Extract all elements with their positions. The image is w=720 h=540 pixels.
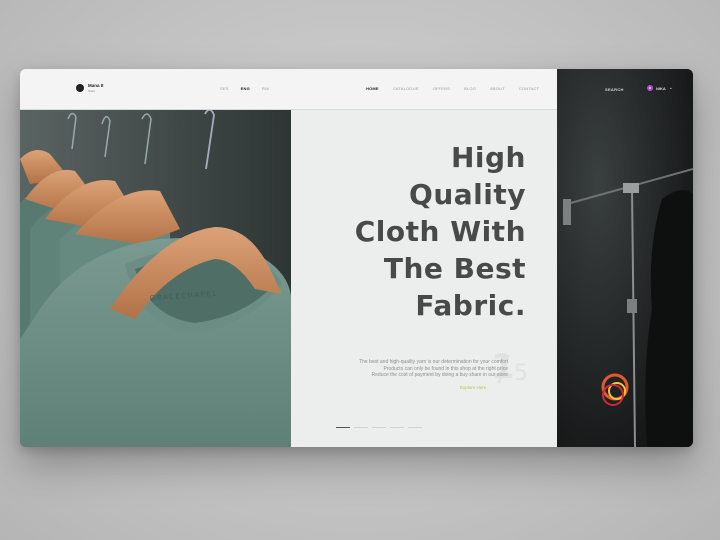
slider-dot[interactable] (372, 427, 386, 428)
nav-blog[interactable]: BLOG (464, 86, 476, 91)
nav-offers[interactable]: OFFERS (433, 86, 450, 91)
user-avatar: M (647, 85, 653, 91)
slider-dot[interactable] (408, 427, 422, 428)
brand-logo[interactable]: Mana It Store (76, 83, 104, 93)
nav-home[interactable]: HOME (366, 86, 379, 91)
shirts-photo: GRACECHAPEL (20, 109, 291, 447)
shirts-illustration: GRACECHAPEL (20, 109, 291, 447)
lang-ses[interactable]: SES (220, 86, 229, 91)
headline-line: High (450, 141, 526, 174)
logo-tag: Store (88, 88, 96, 93)
headline-line: The Best (383, 252, 526, 285)
chevron-down-icon: ⌄ (668, 85, 673, 91)
nav-catalogue[interactable]: CATALOGUE (393, 86, 419, 91)
slider-dot[interactable] (336, 427, 350, 428)
headline-line: Fabric. (415, 289, 526, 322)
logo-mark-icon (76, 84, 84, 93)
hero-description: The best and high-quality yarn is our de… (320, 359, 508, 379)
slider-dot[interactable] (354, 427, 368, 428)
slide-total: 5 (514, 361, 528, 386)
nav-contact[interactable]: CONTACT (519, 86, 539, 91)
language-switcher: SES ENG RIA (220, 86, 269, 91)
main-nav: HOME CATALOGUE OFFERS BLOG ABOUT CONTACT (366, 86, 539, 91)
search-button[interactable]: SEARCH (605, 87, 624, 92)
lang-eng[interactable]: ENG (241, 86, 250, 91)
explore-link[interactable]: Explore Here (460, 385, 486, 390)
headline-line: Cloth With (354, 215, 526, 248)
slider-pagination (336, 427, 422, 428)
slider-dot[interactable] (390, 427, 404, 428)
hero-headline: High Quality Cloth With The Best Fabric. (320, 139, 526, 324)
logo-name: Mana It (88, 83, 104, 88)
nav-about[interactable]: ABOUT (490, 86, 505, 91)
headline-line: Quality (409, 178, 526, 211)
studio-photo: SEARCH M NIKA ⌄ (557, 69, 693, 447)
studio-illustration (557, 69, 693, 447)
user-menu[interactable]: M NIKA ⌄ (647, 85, 673, 91)
hero-card: GRACECHAPEL Mana It Store SES ENG RIA HO… (20, 69, 693, 447)
top-header: Mana It Store SES ENG RIA HOME CATALOGUE… (20, 69, 557, 110)
lang-ria[interactable]: RIA (262, 86, 269, 91)
description-line: Reduce the cost of payment by doing a bu… (371, 372, 508, 378)
user-name: NIKA (656, 85, 666, 91)
